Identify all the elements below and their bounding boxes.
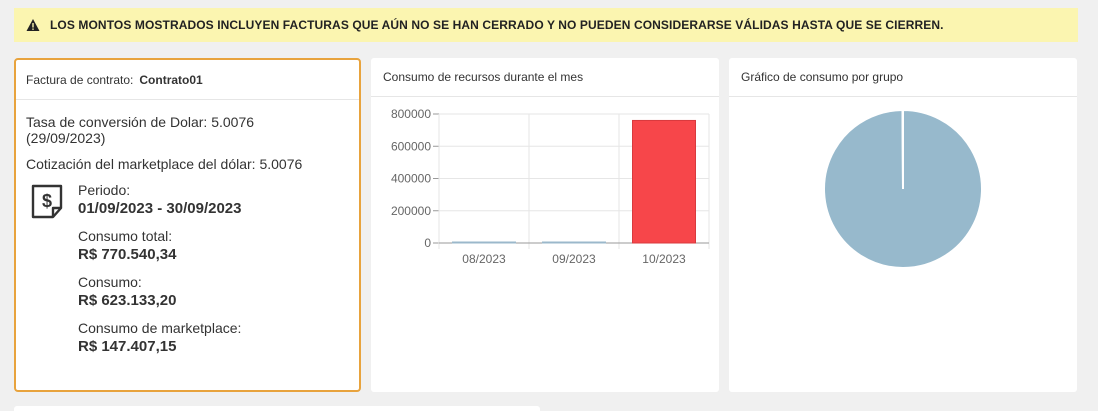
contract-header-label: Factura de contrato: bbox=[26, 72, 134, 87]
resource-consumption-card: Consumo de recursos durante el mes 0 2000… bbox=[371, 58, 719, 392]
bar-09-2023 bbox=[542, 241, 606, 244]
total-consumption-value: R$ 770.540,34 bbox=[78, 246, 177, 263]
period-label: Periodo: bbox=[78, 182, 131, 198]
bottom-card-edge bbox=[14, 406, 540, 411]
conversion-rate: Tasa de conversión de Dolar: 5.0076 (29/… bbox=[26, 114, 349, 146]
marketplace-consumption-value: R$ 147.407,15 bbox=[78, 338, 177, 355]
marketplace-rate: Cotización del marketplace del dólar: 5.… bbox=[26, 156, 303, 172]
y-tick-label: 600000 bbox=[391, 139, 431, 153]
svg-text:$: $ bbox=[42, 191, 52, 211]
y-tick-label: 400000 bbox=[391, 172, 431, 186]
dollar-invoice-icon: $ bbox=[31, 184, 63, 219]
y-tick-label: 800000 bbox=[391, 107, 431, 121]
y-tick-label: 200000 bbox=[391, 204, 431, 218]
group-chart-title: Gráfico de consumo por grupo bbox=[729, 58, 1077, 97]
x-tick-label: 08/2023 bbox=[462, 252, 506, 266]
bar-08-2023 bbox=[452, 241, 516, 244]
conversion-rate-date: (29/09/2023) bbox=[26, 130, 106, 146]
marketplace-consumption-label: Consumo de marketplace: bbox=[78, 320, 242, 336]
warning-icon bbox=[26, 19, 40, 31]
conversion-rate-label: Tasa de conversión de Dolar: 5.0076 bbox=[26, 114, 255, 130]
group-pie-chart bbox=[823, 108, 983, 269]
x-tick-label: 10/2023 bbox=[642, 252, 686, 266]
consumption-value: R$ 623.133,20 bbox=[78, 292, 177, 309]
contract-name: Contrato01 bbox=[139, 72, 203, 87]
period-value: 01/09/2023 - 30/09/2023 bbox=[78, 200, 242, 217]
warning-text: LOS MONTOS MOSTRADOS INCLUYEN FACTURAS Q… bbox=[50, 18, 944, 32]
group-consumption-card: Gráfico de consumo por grupo bbox=[729, 58, 1077, 392]
contract-header: Factura de contrato: Contrato01 bbox=[16, 60, 359, 100]
bar-10-2023 bbox=[632, 119, 696, 244]
warning-banner: LOS MONTOS MOSTRADOS INCLUYEN FACTURAS Q… bbox=[14, 8, 1078, 42]
x-tick-label: 09/2023 bbox=[552, 252, 596, 266]
resource-chart-title: Consumo de recursos durante el mes bbox=[371, 58, 719, 97]
y-tick-label: 0 bbox=[424, 236, 431, 250]
total-consumption-label: Consumo total: bbox=[78, 228, 173, 244]
contract-invoice-card: Factura de contrato: Contrato01 Tasa de … bbox=[14, 58, 361, 392]
resource-bar-chart: 0 200000 400000 600000 800000 08/2023 09/2023 1… bbox=[391, 107, 710, 266]
consumption-label: Consumo: bbox=[78, 274, 142, 290]
